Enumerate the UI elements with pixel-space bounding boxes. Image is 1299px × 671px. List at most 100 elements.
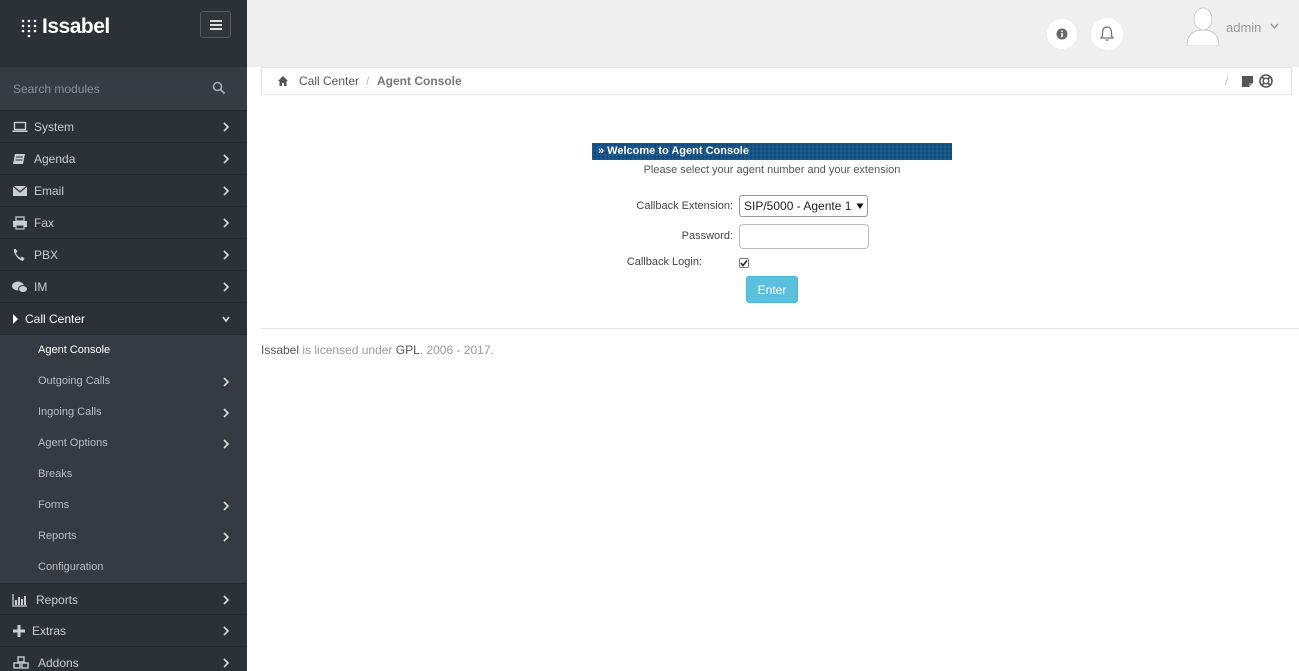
sidebar-item-system[interactable]: System xyxy=(0,111,247,143)
cubes-icon xyxy=(13,656,29,669)
sidebar-subitem-label: Breaks xyxy=(38,468,73,480)
password-label: Password: xyxy=(681,230,733,242)
sidebar-item-label: Reports xyxy=(36,593,79,607)
chat-icon xyxy=(12,281,28,293)
help-lifebuoy-icon[interactable] xyxy=(1259,74,1273,88)
avatar xyxy=(1186,7,1220,46)
chevron-right-icon xyxy=(223,377,230,387)
sidebar-subitem-label: Outgoing Calls xyxy=(38,375,111,387)
sidebar-item-email[interactable]: Email xyxy=(0,175,247,207)
home-icon[interactable] xyxy=(277,75,289,87)
user-menu[interactable]: admin xyxy=(1186,6,1296,48)
chevron-right-icon xyxy=(223,626,230,636)
chevron-right-icon xyxy=(223,154,230,164)
laptop-icon xyxy=(12,121,28,132)
sidebar-subitem-label: Ingoing Calls xyxy=(38,406,102,418)
sidebar-item-label: Fax xyxy=(34,216,55,230)
envelope-icon xyxy=(12,185,28,196)
breadcrumb-separator: / xyxy=(1225,74,1229,88)
sidebar-item-label: Extras xyxy=(32,624,67,638)
chevron-right-icon xyxy=(223,218,230,228)
welcome-subtitle: Please select your agent number and your… xyxy=(643,164,901,176)
hamburger-icon xyxy=(210,20,222,22)
info-button[interactable] xyxy=(1047,19,1077,49)
sidebar-subitem-reports[interactable]: Reports xyxy=(0,521,247,552)
sidebar-subitem-forms[interactable]: Forms xyxy=(0,490,247,521)
printer-icon xyxy=(13,216,27,230)
callback-extension-label: Callback Extension: xyxy=(636,200,733,212)
breadcrumb-separator: / xyxy=(366,74,370,88)
sidebar-item-label: Addons xyxy=(38,656,79,670)
plus-icon xyxy=(13,625,25,637)
caret-right-icon xyxy=(13,314,18,324)
breadcrumb-item-agent-console: Agent Console xyxy=(377,74,462,88)
phone-icon xyxy=(13,249,25,261)
footer-divider xyxy=(261,328,1299,329)
password-input[interactable] xyxy=(739,224,869,249)
sidebar-subitem-label: Reports xyxy=(38,530,77,542)
sidebar-item-addons[interactable]: Addons xyxy=(0,647,247,671)
sidebar-item-fax[interactable]: Fax xyxy=(0,207,247,239)
chevron-right-icon xyxy=(223,532,230,542)
breadcrumb: Call Center / Agent Console / xyxy=(261,67,1292,95)
footer-brand-link[interactable]: Issabel xyxy=(261,343,299,357)
callback-login-checkbox[interactable] xyxy=(739,258,749,268)
search-icon[interactable] xyxy=(212,81,226,95)
footer: Issabel is licensed under GPL. 2006 - 20… xyxy=(261,343,494,357)
sidebar-item-label: Email xyxy=(34,184,65,198)
chevron-right-icon xyxy=(223,658,230,668)
sidebar-item-extras[interactable]: Extras xyxy=(0,615,247,647)
top-bar: admin xyxy=(247,0,1299,67)
sidebar-subitem-agent-options[interactable]: Agent Options xyxy=(0,428,247,459)
sidebar-subitem-outgoing-calls[interactable]: Outgoing Calls xyxy=(0,366,247,397)
footer-years: . 2006 - 2017. xyxy=(419,343,494,357)
sidebar-subitem-label: Forms xyxy=(38,499,70,511)
welcome-banner: » Welcome to Agent Console xyxy=(592,143,952,160)
chevron-right-icon xyxy=(223,250,230,260)
dropdown-arrow-icon xyxy=(856,203,864,209)
sidebar-subitem-ingoing-calls[interactable]: Ingoing Calls xyxy=(0,397,247,428)
notifications-button[interactable] xyxy=(1091,18,1123,50)
footer-license-link[interactable]: GPL xyxy=(396,343,420,357)
sidebar-item-label: Agenda xyxy=(34,152,76,166)
sidebar-subitem-label: Configuration xyxy=(38,561,104,573)
brand-name: Issabel xyxy=(42,15,110,38)
menu-toggle-button[interactable] xyxy=(200,11,231,38)
sidebar: Issabel System Agenda Email Fax PB xyxy=(0,0,247,671)
sidebar-subitem-label: Agent Console xyxy=(38,344,111,356)
bar-chart-icon xyxy=(12,594,27,607)
hamburger-icon-line xyxy=(210,28,222,30)
sidebar-item-pbx[interactable]: PBX xyxy=(0,239,247,271)
breadcrumb-item-call-center[interactable]: Call Center xyxy=(299,74,359,88)
sidebar-subitem-configuration[interactable]: Configuration xyxy=(0,552,247,583)
book-icon xyxy=(13,154,25,164)
callback-extension-value: SIP/5000 - Agente 1 xyxy=(744,199,852,213)
sticky-note-icon[interactable] xyxy=(1241,75,1254,88)
sidebar-subitem-label: Agent Options xyxy=(38,437,108,449)
chevron-down-icon xyxy=(1270,23,1279,30)
chevron-right-icon xyxy=(223,501,230,511)
bell-icon xyxy=(1099,26,1115,41)
chevron-right-icon xyxy=(223,282,230,292)
chevron-right-icon xyxy=(223,122,230,132)
chevron-right-icon xyxy=(223,439,230,449)
callback-extension-select[interactable]: SIP/5000 - Agente 1 xyxy=(739,195,868,217)
chevron-right-icon xyxy=(223,595,230,605)
search-box xyxy=(0,67,247,111)
chevron-down-icon xyxy=(222,316,230,323)
issabel-logo-icon xyxy=(21,19,37,38)
sidebar-item-agenda[interactable]: Agenda xyxy=(0,143,247,175)
enter-button[interactable]: Enter xyxy=(746,276,798,303)
hamburger-icon-line xyxy=(210,24,222,26)
footer-text: is licensed under xyxy=(299,343,396,357)
chevron-right-icon xyxy=(223,408,230,418)
sidebar-subitem-agent-console[interactable]: Agent Console xyxy=(0,335,247,366)
sidebar-subitem-breaks[interactable]: Breaks xyxy=(0,459,247,490)
checkmark-icon xyxy=(740,260,748,267)
search-input[interactable] xyxy=(0,67,205,111)
sidebar-item-call-center[interactable]: Call Center xyxy=(0,303,247,335)
sidebar-item-label: System xyxy=(34,120,75,134)
sidebar-item-reports[interactable]: Reports xyxy=(0,583,247,615)
sidebar-item-label: Call Center xyxy=(25,312,86,326)
sidebar-item-im[interactable]: IM xyxy=(0,271,247,303)
